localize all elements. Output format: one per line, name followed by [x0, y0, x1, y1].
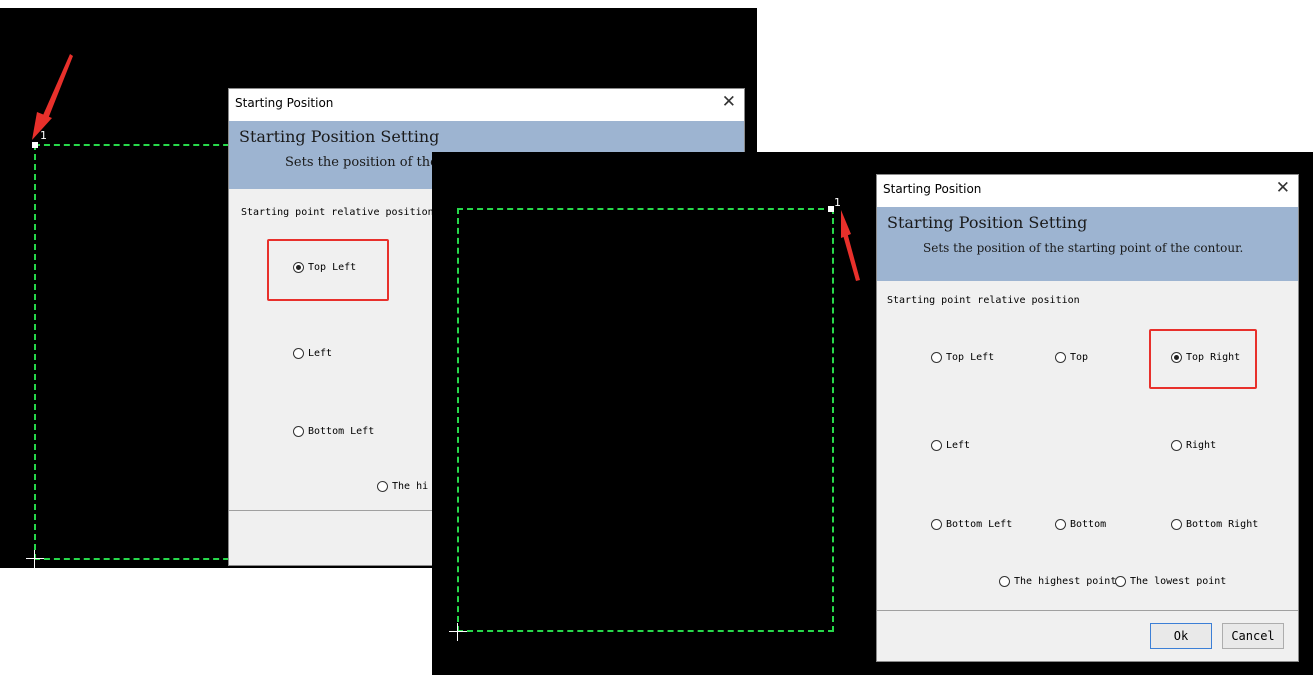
radio-icon [1171, 352, 1182, 363]
origin-cross-icon [26, 558, 44, 559]
origin-cross-icon-v [34, 550, 35, 568]
left-contour-rect [34, 144, 249, 560]
ok-button[interactable]: Ok [1150, 623, 1212, 649]
red-arrow-icon [32, 54, 73, 140]
radio-icon [1055, 519, 1066, 530]
radio-label: Bottom Left [946, 519, 1013, 530]
close-icon[interactable]: ✕ [1276, 178, 1290, 198]
radio-highest[interactable]: The hi [377, 481, 428, 492]
radio-label: Left [308, 348, 333, 359]
radio-label: Bottom Right [1186, 519, 1259, 530]
section-label: Starting point relative position [241, 207, 434, 218]
radio-icon [1171, 519, 1182, 530]
dialog-title: Starting Position [235, 96, 334, 110]
radio-label: Right [1186, 440, 1217, 451]
radio-label: Top Left [946, 352, 995, 363]
radio-label: Bottom Left [308, 426, 375, 437]
radio-right[interactable]: Right [1171, 440, 1216, 451]
radio-icon [1115, 576, 1126, 587]
radio-label: Top Left [308, 262, 357, 273]
origin-cross-icon [449, 631, 467, 632]
radio-label: Bottom [1070, 519, 1107, 530]
radio-icon [377, 481, 388, 492]
start-point-label: 1 [40, 129, 47, 142]
dialog-subtitle: Sets the position of the [285, 155, 438, 170]
radio-icon [999, 576, 1010, 587]
radio-left[interactable]: Left [931, 440, 970, 451]
radio-lowest[interactable]: The lowest point [1115, 576, 1226, 587]
radio-top-left[interactable]: Top Left [931, 352, 994, 363]
dialog-heading: Starting Position Setting [887, 213, 1088, 232]
radio-bottom[interactable]: Bottom [1055, 519, 1106, 530]
dialog-titlebar: Starting Position ✕ [229, 89, 744, 121]
radio-top[interactable]: Top [1055, 352, 1088, 363]
radio-bottom-right[interactable]: Bottom Right [1171, 519, 1258, 530]
dialog-heading: Starting Position Setting [239, 127, 440, 146]
radio-top-right[interactable]: Top Right [1171, 352, 1240, 363]
dialog-subtitle: Sets the position of the starting point … [923, 241, 1244, 255]
radio-label: The highest point [1014, 576, 1117, 587]
section-label: Starting point relative position [887, 295, 1080, 306]
radio-label: Left [946, 440, 971, 451]
radio-label: The lowest point [1130, 576, 1227, 587]
radio-left[interactable]: Left [293, 348, 332, 359]
close-icon[interactable]: ✕ [722, 92, 736, 112]
radio-icon [931, 352, 942, 363]
radio-icon [293, 348, 304, 359]
radio-icon [1171, 440, 1182, 451]
radio-top-left[interactable]: Top Left [293, 262, 356, 273]
radio-label: Top [1070, 352, 1089, 363]
dialog-title: Starting Position [883, 182, 982, 196]
start-point-marker [32, 142, 38, 148]
radio-icon [293, 262, 304, 273]
radio-label: Top Right [1186, 352, 1241, 363]
radio-bottom-left[interactable]: Bottom Left [931, 519, 1012, 530]
dialog-banner: Starting Position Setting Sets the posit… [877, 207, 1298, 281]
red-arrow-icon [841, 210, 860, 281]
radio-icon [1055, 352, 1066, 363]
origin-cross-icon-v [457, 623, 458, 641]
radio-label: The hi [392, 481, 429, 492]
radio-icon [931, 519, 942, 530]
right-contour-rect [457, 208, 834, 632]
cancel-button[interactable]: Cancel [1222, 623, 1284, 649]
radio-icon [293, 426, 304, 437]
dialog-footer: Ok Cancel [877, 610, 1298, 661]
radio-icon [931, 440, 942, 451]
right-dialog: Starting Position ✕ Starting Position Se… [876, 174, 1299, 662]
dialog-titlebar: Starting Position ✕ [877, 175, 1298, 207]
radio-highest[interactable]: The highest point [999, 576, 1116, 587]
radio-bottom-left[interactable]: Bottom Left [293, 426, 374, 437]
